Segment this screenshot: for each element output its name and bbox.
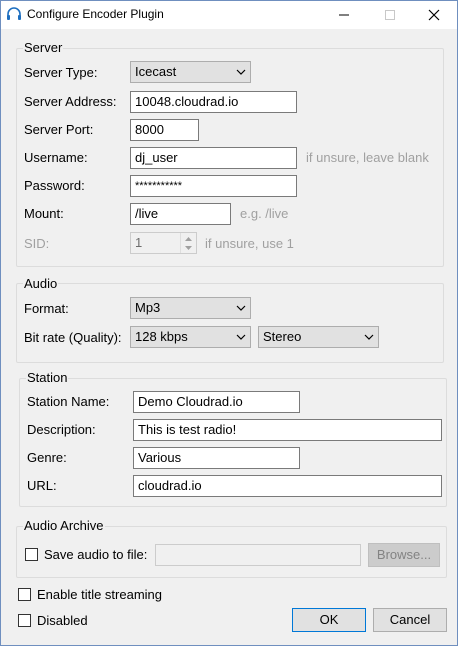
- chevron-down-icon: [236, 305, 246, 311]
- station-name-input[interactable]: Demo Cloudrad.io: [133, 391, 300, 413]
- chevron-down-icon: [236, 69, 246, 75]
- password-input[interactable]: ***********: [130, 175, 297, 197]
- server-port-label: Server Port:: [24, 122, 94, 137]
- channels-select[interactable]: Stereo: [258, 326, 379, 348]
- close-icon: [428, 9, 440, 21]
- sid-stepper: 1: [130, 232, 197, 254]
- server-address-label: Server Address:: [24, 94, 117, 109]
- disabled-checkbox[interactable]: [18, 614, 31, 627]
- title-bar[interactable]: Configure Encoder Plugin: [1, 1, 457, 29]
- username-label: Username:: [24, 150, 88, 165]
- maximize-icon: [385, 10, 395, 20]
- archive-legend: Audio Archive: [23, 518, 105, 533]
- maximize-button: [367, 1, 413, 29]
- close-button[interactable]: [411, 1, 457, 29]
- mount-label: Mount:: [24, 206, 64, 221]
- mount-input[interactable]: /live: [130, 203, 231, 225]
- browse-button: Browse...: [368, 543, 440, 567]
- audio-group: [16, 283, 444, 363]
- format-select[interactable]: Mp3: [130, 297, 251, 319]
- password-label: Password:: [24, 178, 85, 193]
- chevron-down-icon: [364, 334, 374, 340]
- ok-button[interactable]: OK: [292, 608, 366, 632]
- minimize-button[interactable]: [321, 1, 367, 29]
- encoder-dialog: Configure Encoder Plugin Server Server T…: [0, 0, 458, 646]
- bitrate-value: 128 kbps: [135, 329, 188, 344]
- station-name-label: Station Name:: [27, 394, 110, 409]
- sid-value: 1: [135, 235, 143, 250]
- disabled-label[interactable]: Disabled: [37, 613, 88, 629]
- sid-hint: if unsure, use 1: [205, 236, 294, 251]
- username-hint: if unsure, leave blank: [306, 150, 429, 165]
- sid-label: SID:: [24, 236, 50, 251]
- save-audio-checkbox[interactable]: [25, 548, 38, 561]
- save-audio-label[interactable]: Save audio to file:: [44, 547, 147, 563]
- server-type-select[interactable]: Icecast: [130, 61, 251, 83]
- mount-hint: e.g. /live: [240, 206, 289, 221]
- chevron-down-icon: [236, 334, 246, 340]
- title-streaming-checkbox[interactable]: [18, 588, 31, 601]
- bitrate-select[interactable]: 128 kbps: [130, 326, 251, 348]
- sid-up-icon: [181, 233, 196, 243]
- format-value: Mp3: [135, 300, 161, 315]
- server-legend: Server: [23, 40, 64, 55]
- url-input[interactable]: cloudrad.io: [133, 475, 442, 497]
- headphones-icon: [6, 6, 22, 22]
- server-type-value: Icecast: [135, 64, 177, 79]
- description-input[interactable]: This is test radio!: [133, 419, 442, 441]
- server-port-input[interactable]: 8000: [130, 119, 199, 141]
- channels-value: Stereo: [263, 329, 302, 344]
- archive-path-input: [155, 544, 361, 566]
- bitrate-label: Bit rate (Quality):: [24, 330, 122, 345]
- format-label: Format:: [24, 301, 69, 316]
- server-type-label: Server Type:: [24, 65, 98, 80]
- cancel-button[interactable]: Cancel: [373, 608, 447, 632]
- username-input[interactable]: dj_user: [130, 147, 297, 169]
- url-label: URL:: [27, 478, 57, 493]
- window-title: Configure Encoder Plugin: [27, 7, 164, 21]
- sid-down-icon: [181, 243, 196, 253]
- genre-label: Genre:: [27, 450, 67, 465]
- station-legend: Station: [26, 370, 69, 385]
- genre-input[interactable]: Various: [133, 447, 300, 469]
- server-address-input[interactable]: 10048.cloudrad.io: [130, 91, 297, 113]
- description-label: Description:: [27, 422, 96, 437]
- audio-legend: Audio: [23, 276, 59, 291]
- title-streaming-label[interactable]: Enable title streaming: [37, 587, 162, 603]
- minimize-icon: [339, 14, 349, 16]
